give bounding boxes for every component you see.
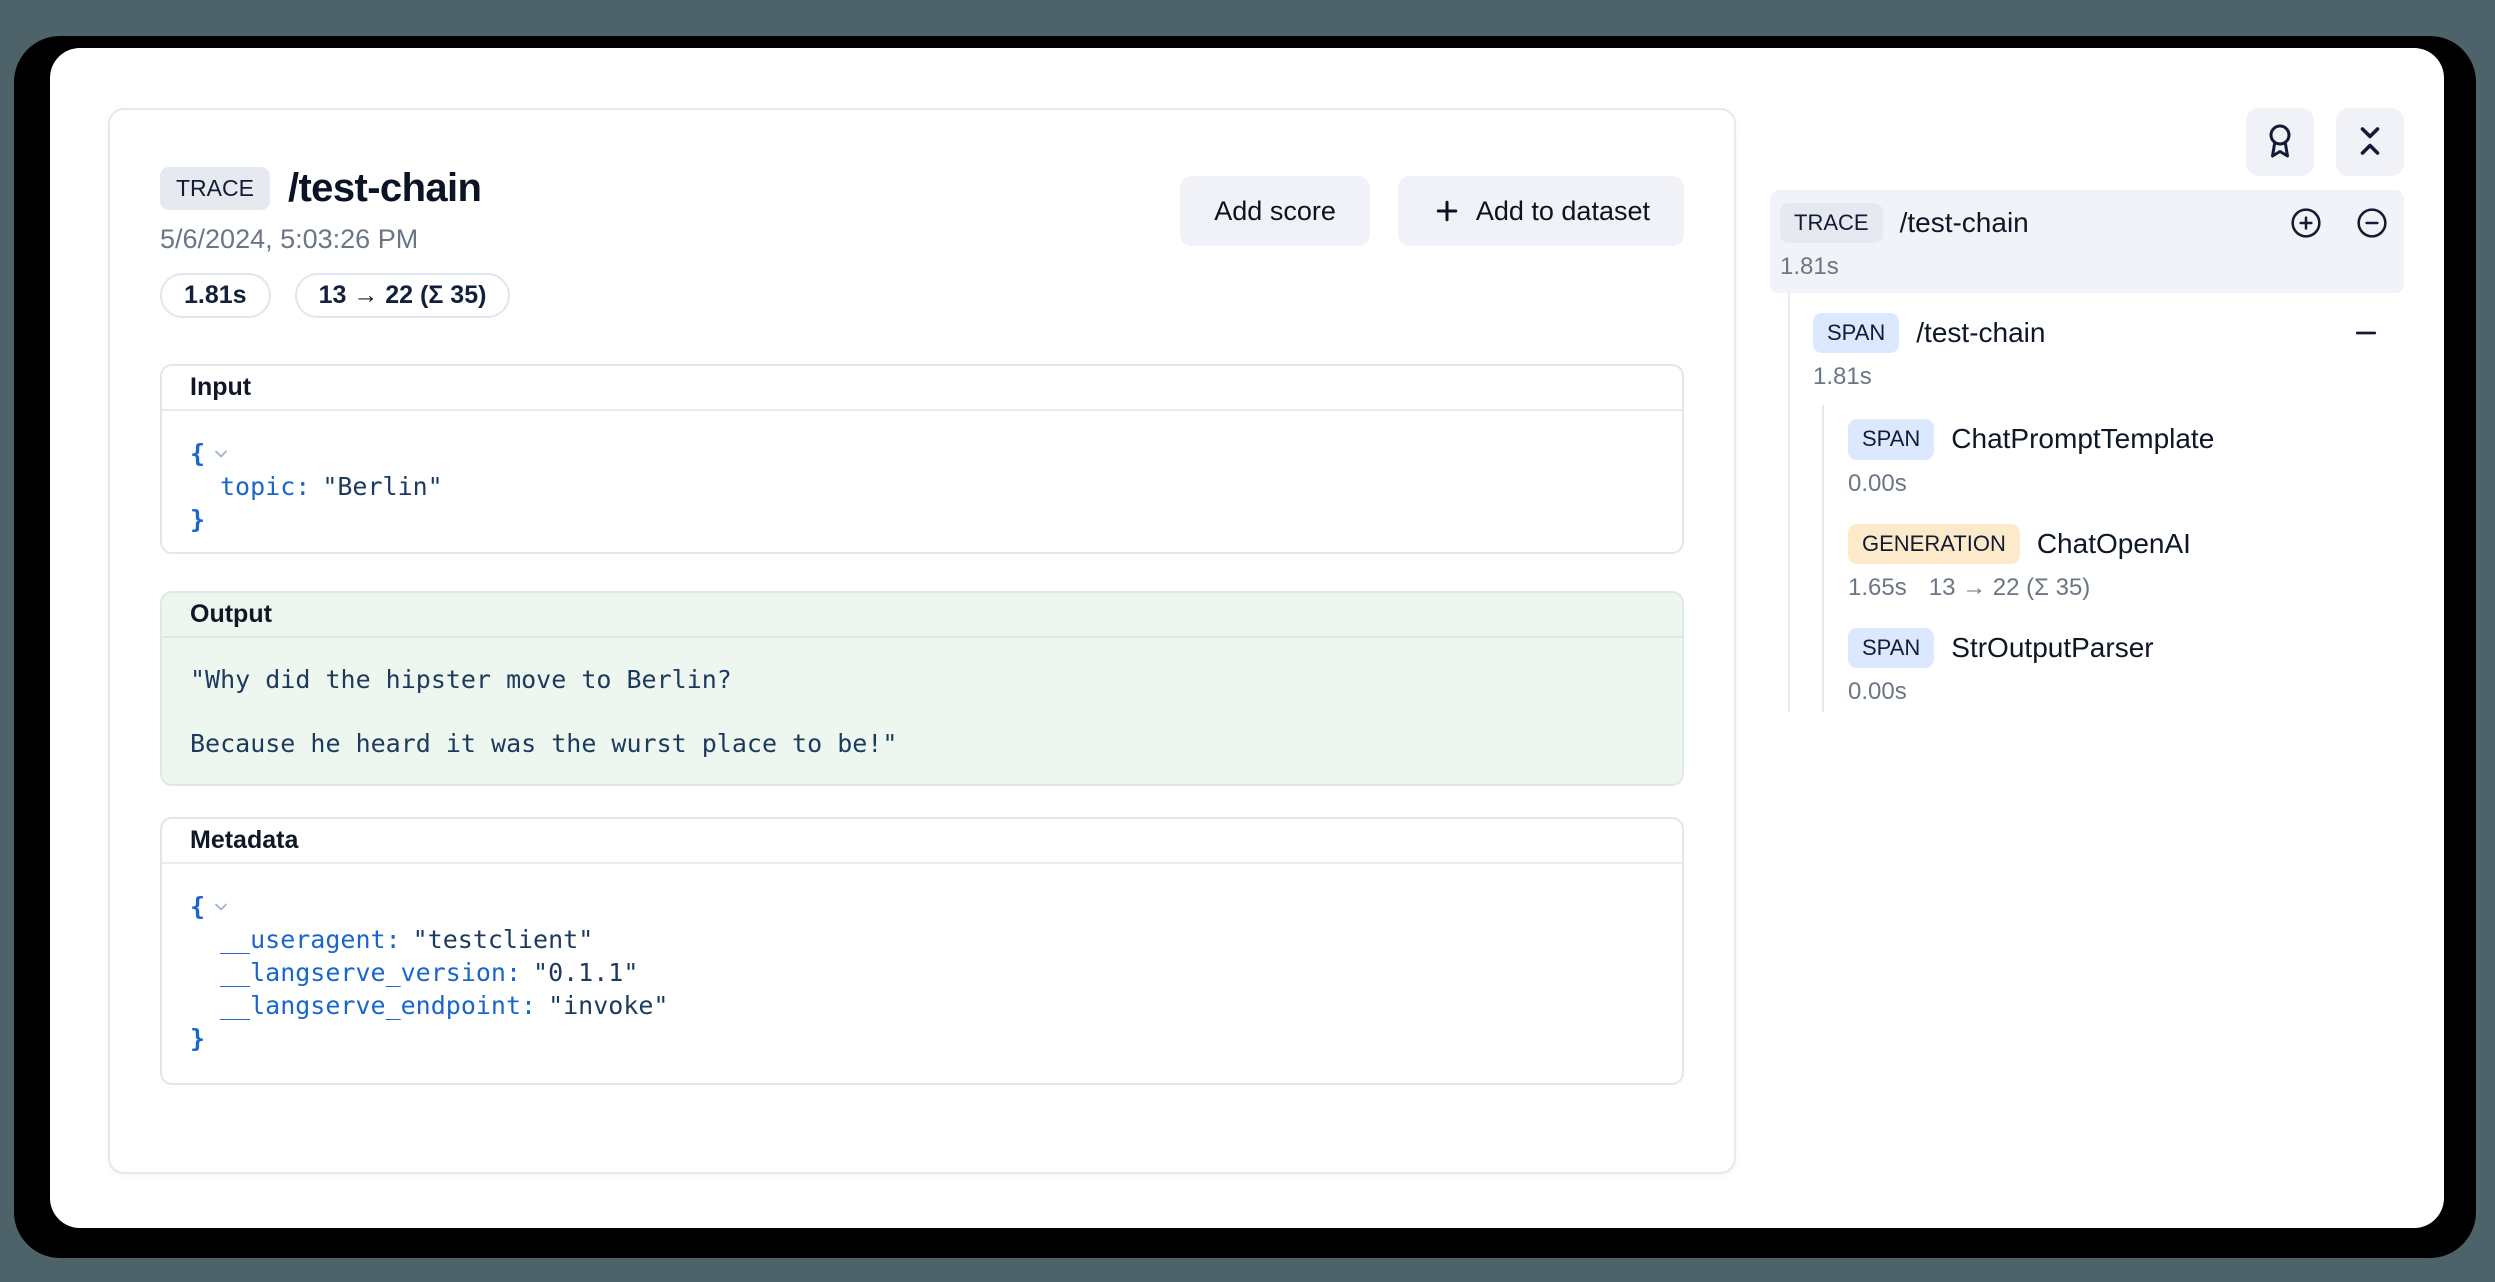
generation-node-badge: GENERATION bbox=[1848, 524, 2020, 564]
trace-header-left: TRACE /test-chain 5/6/2024, 5:03:26 PM 1… bbox=[160, 166, 510, 318]
expand-all-button[interactable] bbox=[2290, 207, 2322, 239]
trace-tree: TRACE /test-chain 1.81s bbox=[1770, 190, 2404, 712]
tree-node-child[interactable]: SPAN ChatPromptTemplate 0.00s bbox=[1848, 419, 2404, 497]
add-to-dataset-button[interactable]: Add to dataset bbox=[1398, 176, 1684, 246]
trace-header: TRACE /test-chain 5/6/2024, 5:03:26 PM 1… bbox=[110, 110, 1734, 318]
input-section-title: Input bbox=[162, 366, 1682, 411]
collapse-node-button[interactable] bbox=[2351, 318, 2381, 348]
span-node-badge: SPAN bbox=[1813, 313, 1899, 353]
span-node-label: /test-chain bbox=[1916, 317, 2045, 349]
span-node-label: ChatPromptTemplate bbox=[1951, 423, 2214, 455]
trace-node-latency: 1.81s bbox=[1780, 253, 2388, 281]
app-window: TRACE /test-chain 5/6/2024, 5:03:26 PM 1… bbox=[50, 48, 2444, 1228]
json-value: "0.1.1" bbox=[533, 956, 638, 989]
input-json-viewer: { topic: "Berlin" } bbox=[162, 411, 1682, 554]
metadata-section: Metadata { __useragent: "testclient" __l… bbox=[160, 817, 1684, 1085]
metadata-json-viewer: { __useragent: "testclient" __langserve_… bbox=[162, 864, 1682, 1081]
tree-node-child[interactable]: GENERATION ChatOpenAI 1.65s 13 → 22 (Σ 3… bbox=[1848, 524, 2404, 602]
json-entry: __langserve_endpoint: "invoke" bbox=[190, 989, 1654, 1022]
json-value: "Berlin" bbox=[322, 470, 442, 503]
json-close-line: } bbox=[190, 503, 1654, 536]
json-value: "invoke" bbox=[548, 989, 668, 1022]
open-brace: { bbox=[190, 890, 205, 923]
close-brace: } bbox=[190, 1022, 205, 1055]
generation-node-label: ChatOpenAI bbox=[2037, 528, 2191, 560]
output-section: Output "Why did the hipster move to Berl… bbox=[160, 591, 1684, 786]
tree-row-actions bbox=[2290, 207, 2388, 239]
span-node-label: StrOutputParser bbox=[1951, 632, 2153, 664]
output-body: "Why did the hipster move to Berlin? Bec… bbox=[162, 638, 1682, 786]
token-usage-pill: 13 → 22 (Σ 35) bbox=[295, 273, 511, 318]
generation-node-latency: 1.65s bbox=[1848, 574, 1907, 602]
trace-actions: Add score Add to dataset bbox=[1180, 176, 1684, 246]
add-score-button[interactable]: Add score bbox=[1180, 176, 1370, 246]
trace-timestamp: 5/6/2024, 5:03:26 PM bbox=[160, 224, 510, 255]
json-entry: __langserve_version: "0.1.1" bbox=[190, 956, 1654, 989]
json-entry: __useragent: "testclient" bbox=[190, 923, 1654, 956]
chevron-down-icon[interactable] bbox=[211, 897, 231, 917]
span-node-badge: SPAN bbox=[1848, 419, 1934, 459]
json-key: __useragent: bbox=[220, 923, 401, 956]
trace-tree-panel: TRACE /test-chain 1.81s bbox=[1770, 108, 2404, 712]
generation-node-meta: 1.65s 13 → 22 (Σ 35) bbox=[1848, 574, 2404, 602]
plus-icon bbox=[1432, 196, 1462, 226]
trace-detail-card: TRACE /test-chain 5/6/2024, 5:03:26 PM 1… bbox=[108, 108, 1736, 1174]
json-key: topic: bbox=[220, 470, 310, 503]
json-close-line: } bbox=[190, 1022, 1654, 1055]
metadata-section-title: Metadata bbox=[162, 819, 1682, 864]
json-open-line: { bbox=[190, 437, 1654, 470]
span-node-badge: SPAN bbox=[1848, 628, 1934, 668]
page-title: /test-chain bbox=[288, 166, 481, 211]
trace-type-badge: TRACE bbox=[160, 167, 270, 211]
output-section-title: Output bbox=[162, 593, 1682, 638]
output-text: "Why did the hipster move to Berlin? Bec… bbox=[190, 664, 1654, 760]
json-entry: topic: "Berlin" bbox=[190, 470, 1654, 503]
collapse-panel-button[interactable] bbox=[2336, 108, 2404, 176]
span-node-latency: 0.00s bbox=[1848, 470, 2404, 498]
latency-pill: 1.81s bbox=[160, 273, 271, 318]
tree-node-child[interactable]: SPAN StrOutputParser 0.00s bbox=[1848, 628, 2404, 706]
trace-node-badge: TRACE bbox=[1780, 203, 1883, 243]
trace-stats-row: 1.81s 13 → 22 (Σ 35) bbox=[160, 273, 510, 318]
panel-toolbar bbox=[1770, 108, 2404, 176]
input-section: Input { topic: "Berlin" } bbox=[160, 364, 1684, 554]
trace-node-label: /test-chain bbox=[1900, 207, 2029, 239]
json-key: __langserve_version: bbox=[220, 956, 521, 989]
tree-level-2: SPAN ChatPromptTemplate 0.00s GENERATION… bbox=[1822, 405, 2404, 712]
json-value: "testclient" bbox=[413, 923, 594, 956]
open-brace: { bbox=[190, 437, 205, 470]
trace-title-row: TRACE /test-chain bbox=[160, 166, 510, 211]
add-score-label: Add score bbox=[1214, 196, 1336, 227]
tree-level-1: SPAN /test-chain 1.81s SPAN ChatPromptTe… bbox=[1788, 293, 2404, 712]
generation-node-tokens: 13 → 22 (Σ 35) bbox=[1929, 574, 2091, 602]
close-brace: } bbox=[190, 503, 205, 536]
span-node-latency: 0.00s bbox=[1848, 678, 2404, 706]
tree-node-trace[interactable]: TRACE /test-chain 1.81s bbox=[1770, 190, 2404, 293]
award-icon bbox=[2262, 123, 2298, 162]
collapse-all-button[interactable] bbox=[2356, 207, 2388, 239]
add-to-dataset-label: Add to dataset bbox=[1476, 196, 1650, 227]
tree-node-root-span[interactable]: SPAN /test-chain 1.81s bbox=[1813, 313, 2404, 391]
span-node-latency: 1.81s bbox=[1813, 363, 2404, 391]
json-key: __langserve_endpoint: bbox=[220, 989, 536, 1022]
json-open-line: { bbox=[190, 890, 1654, 923]
collapse-vertical-icon bbox=[2352, 123, 2388, 162]
award-button[interactable] bbox=[2246, 108, 2314, 176]
chevron-down-icon[interactable] bbox=[211, 444, 231, 464]
